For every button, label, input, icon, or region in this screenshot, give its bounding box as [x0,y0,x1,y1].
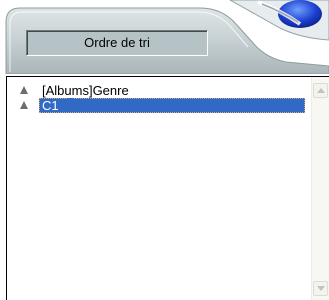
list-item-label: C1 [42,98,74,113]
sort-list-panel[interactable]: [Albums]Genre C1 [6,76,329,300]
sort-header-skin: Ordre de tri [0,0,329,74]
sort-order-label: Ordre de tri [26,30,208,56]
vertical-scrollbar[interactable] [311,77,329,300]
list-item-label: [Albums]Genre [42,83,129,98]
selection-highlight [39,98,305,113]
sort-list[interactable]: [Albums]Genre C1 [15,83,305,113]
scroll-up-arrow-icon[interactable] [313,83,328,98]
triangle-up-icon [20,86,28,94]
triangle-up-icon [20,101,28,109]
scroll-down-arrow-icon[interactable] [313,281,328,296]
list-item-selected[interactable]: C1 [15,98,305,113]
list-item[interactable]: [Albums]Genre [15,83,305,98]
